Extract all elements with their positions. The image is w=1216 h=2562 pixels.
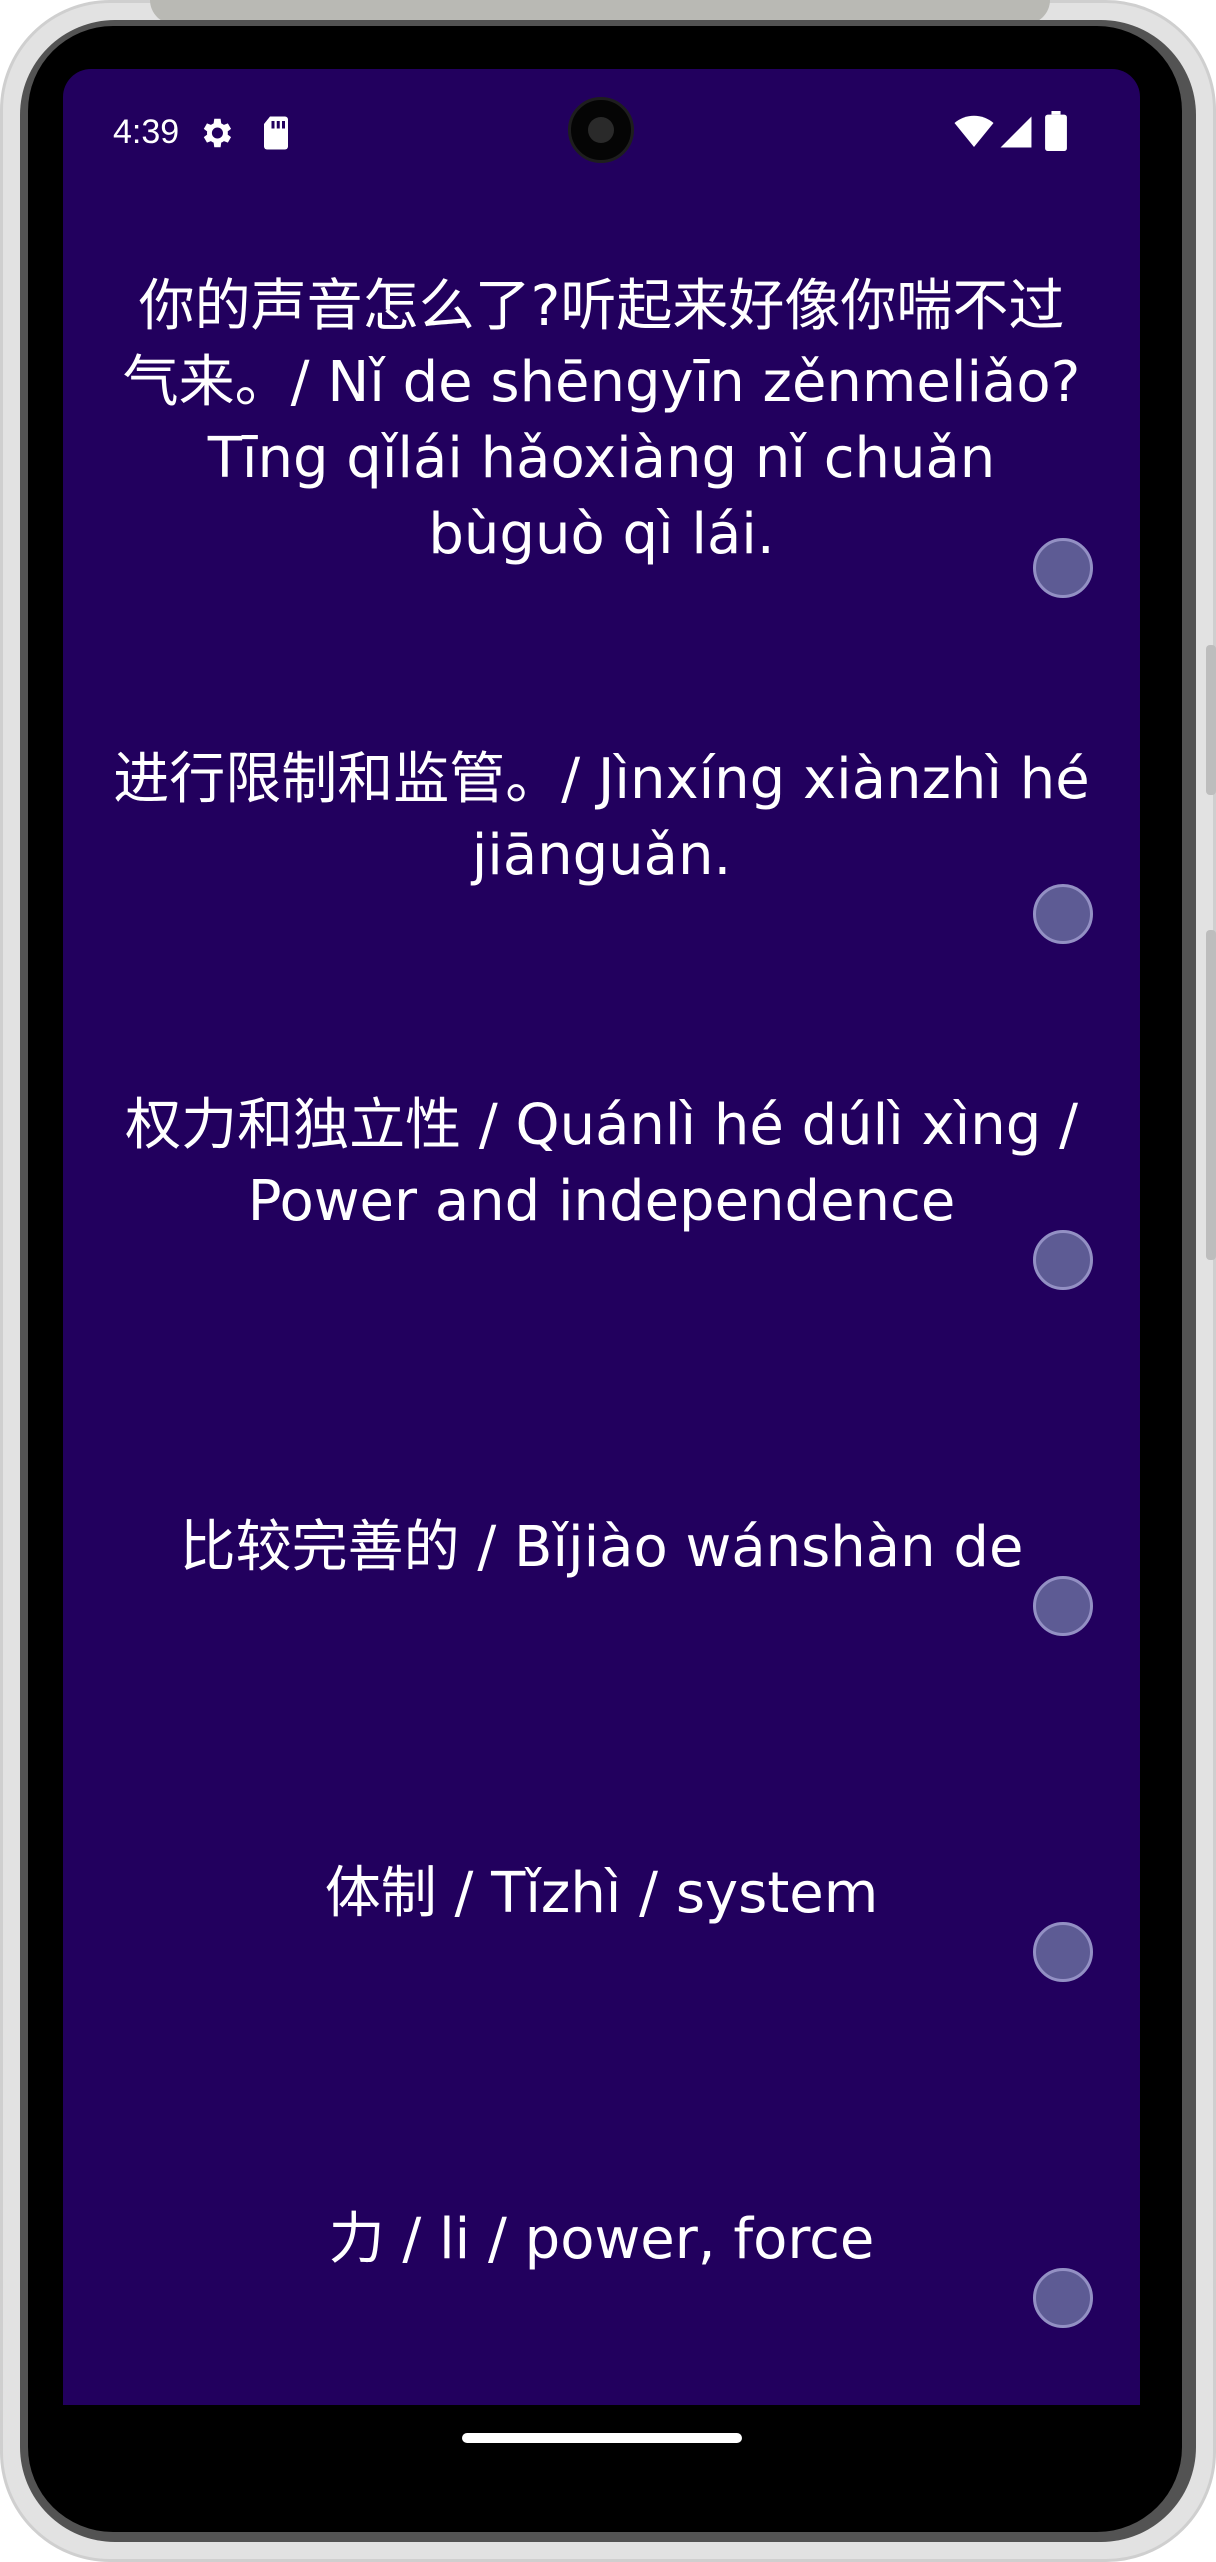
phrase-card-5[interactable]: 体制 / Tǐzhì / system [63, 1856, 1140, 2202]
circle-button-icon[interactable] [1033, 538, 1093, 598]
cell-signal-icon [1000, 116, 1032, 148]
phone-volume-button [1206, 930, 1216, 1260]
status-bar: 4:39 [63, 69, 1140, 199]
circle-button-icon[interactable] [1033, 884, 1093, 944]
phrase-card-4[interactable]: 比较完善的 / Bǐjiào wánshàn de [63, 1510, 1140, 1856]
status-time: 4:39 [113, 113, 180, 151]
gesture-nav-handle[interactable] [462, 2433, 742, 2443]
phone-power-button [1206, 645, 1216, 795]
phrase-text: 比较完善的 / Bǐjiào wánshàn de [179, 1515, 1024, 1580]
circle-button-icon[interactable] [1033, 1576, 1093, 1636]
phrase-card-2[interactable]: 进行限制和监管。/ Jìnxíng xiànzhì hé jiānguǎn. [63, 742, 1140, 1088]
phrase-text: 体制 / Tǐzhì / system [324, 1861, 879, 1926]
circle-button-icon[interactable] [1033, 1922, 1093, 1982]
phrase-text: 你的声音怎么了?听起来好像你喘不过气来。/ Nǐ de shēngyīn zěn… [122, 274, 1081, 567]
phrase-list-screen: 4:39 你的声音怎么了?听起来好像你喘不过气来。/ Nǐ de shēngyī… [63, 69, 1140, 2405]
phrase-text: 力 / li / power, force [328, 2207, 875, 2272]
sd-card-icon [264, 116, 288, 150]
phone-screen: 4:39 你的声音怎么了?听起来好像你喘不过气来。/ Nǐ de shēngyī… [63, 69, 1140, 2469]
phrase-card-1[interactable]: 你的声音怎么了?听起来好像你喘不过气来。/ Nǐ de shēngyīn zěn… [63, 269, 1140, 615]
phrase-card-3[interactable]: 权力和独立性 / Quánlì hé dúlì xìng / Power and… [63, 1088, 1140, 1434]
camera-lens [588, 117, 614, 143]
phrase-text: 进行限制和监管。/ Jìnxíng xiànzhì hé jiānguǎn. [113, 747, 1090, 888]
circle-button-icon[interactable] [1033, 2268, 1093, 2328]
phrase-card-6[interactable]: 力 / li / power, force [63, 2202, 1140, 2469]
battery-icon [1045, 111, 1067, 151]
wifi-icon [954, 115, 994, 147]
settings-gear-icon [203, 118, 232, 148]
circle-button-icon[interactable] [1033, 1230, 1093, 1290]
front-camera [568, 97, 634, 163]
phrase-text: 权力和独立性 / Quánlì hé dúlì xìng / Power and… [125, 1093, 1078, 1234]
